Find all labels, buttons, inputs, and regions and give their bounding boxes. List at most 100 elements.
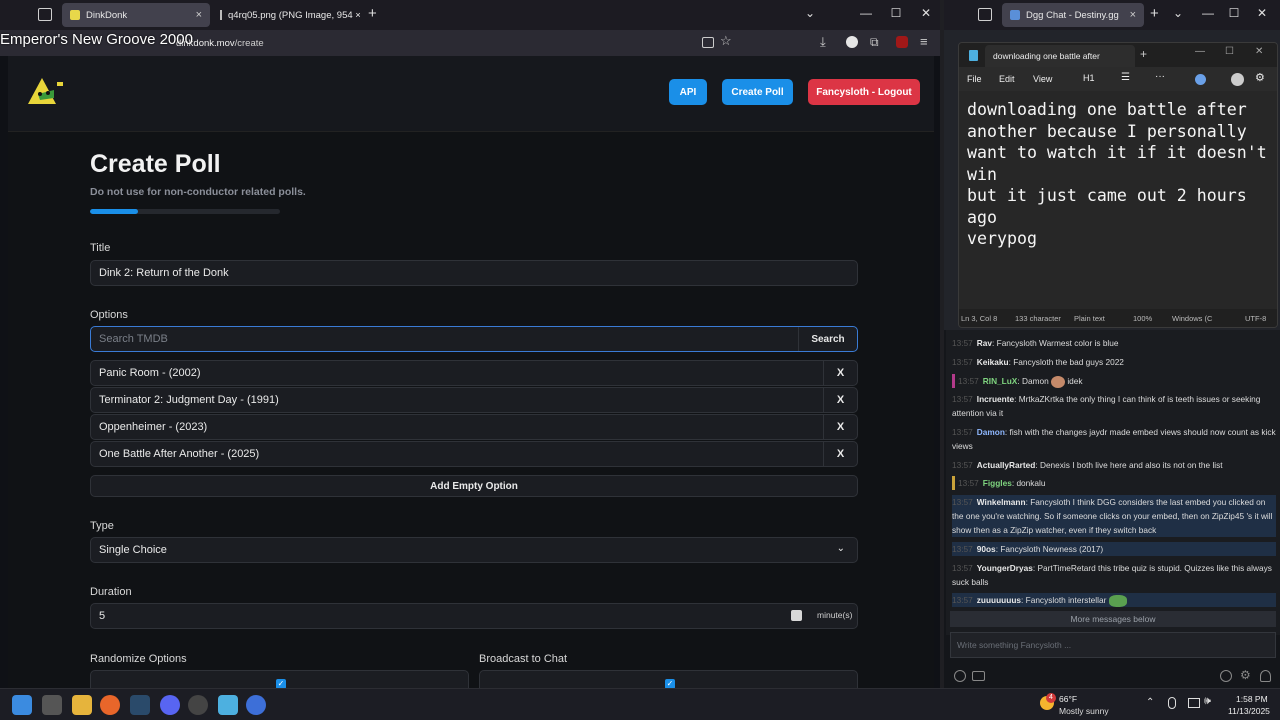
title-label: Title [90, 242, 111, 254]
copilot-icon[interactable] [1195, 74, 1206, 85]
tab-dinkdonk[interactable]: DinkDonk × [62, 3, 210, 27]
close-window-icon[interactable]: ✕ [918, 6, 934, 20]
minimize-icon[interactable]: — [1200, 6, 1216, 20]
minimize-icon[interactable]: — [858, 6, 874, 20]
obs-icon[interactable] [188, 695, 208, 715]
chat-user[interactable]: Keikaku [977, 357, 1009, 367]
menu-view[interactable]: View [1033, 74, 1052, 84]
randomize-checkbox[interactable]: ✓ [276, 679, 286, 688]
eye-icon[interactable] [1220, 670, 1232, 682]
chat-user[interactable]: Winkelmann [977, 497, 1026, 507]
remove-option-button[interactable]: X [823, 361, 857, 385]
tab-overview-icon[interactable] [978, 8, 992, 21]
chat-user[interactable]: zuuuuuuus [977, 595, 1021, 605]
chat-user[interactable]: Rav [977, 338, 992, 348]
account-icon[interactable] [1231, 73, 1244, 86]
emote-picker-icon[interactable] [954, 670, 966, 682]
chat-user[interactable]: Incruente [977, 394, 1014, 404]
windows-start-icon[interactable] [12, 695, 32, 715]
new-tab-button[interactable]: + [1150, 5, 1159, 22]
list-format-icon[interactable]: ☰ [1121, 72, 1130, 83]
tab-overview-icon[interactable] [38, 8, 52, 21]
notepad-text-area[interactable]: downloading one battle after another bec… [967, 99, 1277, 250]
notepad-taskbar-icon[interactable] [218, 695, 238, 715]
chat-user[interactable]: YoungerDryas [977, 563, 1033, 573]
weather-temp[interactable]: 66°F [1059, 694, 1077, 704]
option-text[interactable]: Terminator 2: Judgment Day - (1991) [99, 394, 279, 406]
type-select[interactable]: Single Choice ⌄ [90, 537, 858, 563]
address-bar[interactable]: dinkdonk.mov/create [176, 34, 746, 52]
left-tab-bar: DinkDonk × q4rq05.png (PNG Image, 954 × … [0, 0, 940, 30]
qbittorrent-icon[interactable] [246, 695, 266, 715]
tmdb-search-input[interactable]: Search TMDB [90, 326, 858, 352]
add-empty-option-button[interactable]: Add Empty Option [90, 475, 858, 497]
search-button[interactable]: Search [798, 327, 857, 351]
heading-select[interactable]: H1 [1083, 73, 1095, 83]
broadcast-checkbox[interactable]: ✓ [665, 679, 675, 688]
list-tabs-chevron-icon[interactable]: ⌄ [802, 6, 818, 20]
maximize-icon[interactable]: ☐ [888, 6, 904, 20]
downloads-icon[interactable]: ⤓ [820, 34, 826, 50]
task-view-icon[interactable] [42, 695, 62, 715]
notepad-tab[interactable]: downloading one battle after [985, 45, 1135, 67]
logout-button[interactable]: Fancysloth - Logout [808, 79, 920, 105]
extensions-puzzle-icon[interactable]: ⧉ [870, 35, 879, 50]
option-text[interactable]: Panic Room - (2002) [99, 367, 201, 379]
notepad-new-tab-button[interactable]: + [1140, 47, 1147, 61]
list-tabs-chevron-icon[interactable]: ⌄ [1170, 6, 1186, 20]
new-tab-button[interactable]: + [368, 5, 377, 22]
tray-chevron-up-icon[interactable]: ⌃ [1146, 697, 1154, 708]
more-options-icon[interactable]: ··· [1155, 71, 1165, 82]
option-text[interactable]: One Battle After Another - (2025) [99, 448, 259, 460]
steam-icon[interactable] [130, 695, 150, 715]
chat-user[interactable]: 90os [977, 544, 996, 554]
settings-gear-icon[interactable]: ⚙ [1255, 71, 1265, 84]
ublock-icon[interactable] [896, 36, 908, 48]
close-tab-icon[interactable]: × [196, 9, 202, 21]
left-browser-window: DinkDonk × q4rq05.png (PNG Image, 954 × … [0, 0, 940, 688]
close-window-icon[interactable]: ✕ [1254, 6, 1270, 20]
menu-edit[interactable]: Edit [999, 74, 1015, 84]
users-icon[interactable] [1260, 670, 1271, 682]
minimize-icon[interactable]: — [1195, 46, 1205, 57]
dinkdonk-logo-icon[interactable] [24, 74, 66, 108]
chat-text: Fancysloth the bad guys 2022 [1013, 357, 1124, 367]
clock-time[interactable]: 1:58 PM [1236, 694, 1268, 704]
volume-icon[interactable]: 🕪 [1204, 695, 1211, 708]
title-input[interactable]: Dink 2: Return of the Donk [90, 260, 858, 286]
chat-user[interactable]: ActuallyRarted [977, 460, 1036, 470]
weather-desc[interactable]: Mostly sunny [1059, 706, 1109, 716]
firefox-icon[interactable] [100, 695, 120, 715]
maximize-icon[interactable]: ☐ [1226, 6, 1242, 20]
close-tab-icon[interactable]: × [1130, 9, 1136, 21]
chat-user[interactable]: Figgles [983, 478, 1012, 488]
microphone-icon[interactable] [1168, 697, 1176, 709]
discord-icon[interactable] [160, 695, 180, 715]
remove-option-button[interactable]: X [823, 415, 857, 439]
file-explorer-icon[interactable] [72, 695, 92, 715]
close-window-icon[interactable]: ✕ [1255, 46, 1263, 57]
broadcast-label: Broadcast to Chat [479, 653, 568, 665]
extension-b-icon[interactable] [846, 36, 858, 48]
network-icon[interactable] [1188, 698, 1200, 708]
remove-option-button[interactable]: X [823, 388, 857, 412]
menu-file[interactable]: File [967, 74, 982, 84]
tab-png-image[interactable]: q4rq05.png (PNG Image, 954 × × [212, 3, 360, 27]
create-poll-nav-button[interactable]: Create Poll [722, 79, 793, 105]
whisper-icon[interactable] [972, 671, 985, 681]
api-button[interactable]: API [669, 79, 707, 105]
chat-message: 13:57 90os: Fancysloth Newness (2017) [952, 542, 1276, 556]
spinner-icon[interactable] [791, 610, 802, 621]
duration-input[interactable]: 5 minute(s) [90, 603, 858, 629]
chat-input[interactable]: Write something Fancysloth ... [950, 632, 1276, 658]
option-text[interactable]: Oppenheimer - (2023) [99, 421, 207, 433]
chat-user[interactable]: Damon [977, 427, 1005, 437]
tab-dgg-chat[interactable]: Dgg Chat - Destiny.gg × [1002, 3, 1144, 27]
remove-option-button[interactable]: X [823, 442, 857, 466]
settings-gear-icon[interactable]: ⚙ [1240, 668, 1251, 682]
chat-user[interactable]: RIN_LuX [983, 376, 1018, 386]
maximize-icon[interactable]: ☐ [1225, 46, 1234, 57]
menu-hamburger-icon[interactable]: ≡ [920, 34, 928, 49]
more-messages-below-button[interactable]: More messages below [950, 611, 1276, 627]
clock-date[interactable]: 11/13/2025 [1228, 706, 1270, 716]
